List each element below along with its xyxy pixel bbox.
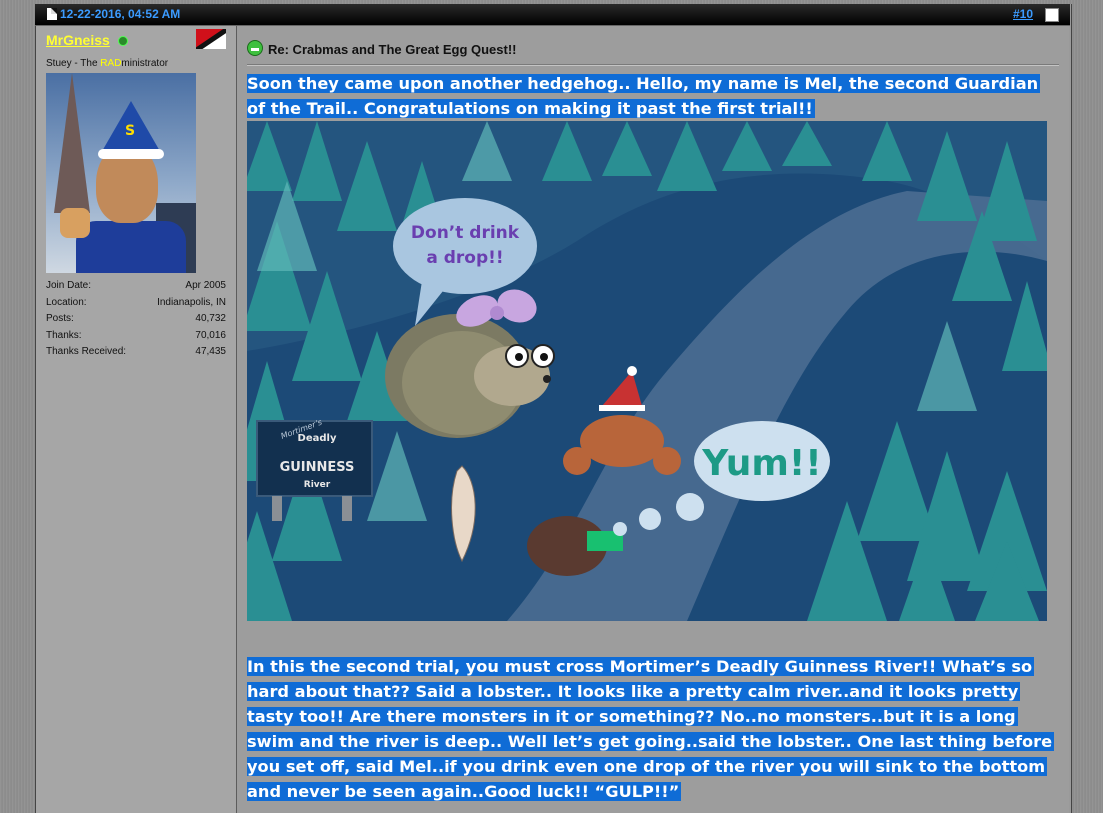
bubble-text-line2: a drop!! (426, 248, 503, 268)
stat-value: Apr 2005 (185, 280, 226, 291)
user-title-rad: RAD (100, 58, 122, 69)
user-title-prefix: Stuey - The (46, 58, 101, 69)
avatar[interactable]: S (46, 73, 196, 273)
post-select-checkbox[interactable] (1045, 8, 1059, 22)
user-title: Stuey - The RADministrator (46, 58, 168, 69)
bubble-yum-text: Yum!! (701, 443, 821, 484)
post-paragraph-1-text: Soon they came upon another hedgehog.. H… (247, 74, 1041, 118)
sign-line3: River (304, 480, 331, 490)
post-content-area: Re: Crabmas and The Great Egg Quest!! So… (237, 26, 1069, 813)
stat-posts: Posts: 40,732 (46, 313, 226, 330)
user-info-panel: MrGneiss Stuey - The RADministrator S Jo… (36, 26, 237, 813)
stat-thanks: Thanks: 70,016 (46, 330, 226, 347)
stat-thanks-received: Thanks Received: 47,435 (46, 346, 226, 363)
post-header-bar: 12-22-2016, 04:52 AM #10 (35, 4, 1070, 26)
user-stats: Join Date: Apr 2005 Location: Indianapolis… (46, 280, 226, 363)
stat-value: 47,435 (195, 346, 226, 358)
user-title-suffix: ministrator (121, 58, 169, 69)
post-number-link[interactable]: #10 (1013, 7, 1033, 21)
stat-label: Location: (46, 296, 87, 308)
post-paragraph-2-text: In this the second trial, you must cross… (247, 657, 1055, 801)
country-flag-icon (196, 29, 226, 49)
post-title: Re: Crabmas and The Great Egg Quest!! (247, 40, 517, 57)
stat-location: Location: Indianapolis, IN (46, 297, 226, 314)
stat-join-date: Join Date: Apr 2005 (46, 280, 226, 297)
post-date: 12-22-2016, 04:52 AM (47, 7, 180, 21)
post-divider (247, 64, 1059, 66)
stat-value: Indianapolis, IN (157, 296, 226, 308)
stat-value: 40,732 (195, 313, 226, 325)
sign-line1: Deadly (298, 433, 337, 444)
online-status-icon (118, 36, 128, 46)
story-illustration[interactable]: Don’t drink a drop!! Mortimer’s Deadly G… (247, 121, 1047, 621)
post-paragraph-2: In this the second trial, you must cross… (247, 654, 1065, 804)
stat-label: Thanks Received: (46, 346, 127, 358)
stat-value: 70,016 (195, 329, 226, 341)
username-link[interactable]: MrGneiss (46, 32, 110, 48)
document-icon (47, 8, 57, 20)
post-date-text: 12-22-2016, 04:52 AM (60, 7, 181, 21)
bubble-text-line1: Don’t drink (411, 223, 520, 243)
stat-label: Join Date: (46, 280, 92, 291)
stat-label: Posts: (46, 313, 74, 325)
smiley-icon (247, 40, 263, 56)
post-title-text: Re: Crabmas and The Great Egg Quest!! (268, 42, 517, 57)
stat-label: Thanks: (46, 329, 82, 341)
sign-line2: GUINNESS (280, 460, 355, 475)
post-paragraph-1: Soon they came upon another hedgehog.. H… (247, 71, 1057, 121)
